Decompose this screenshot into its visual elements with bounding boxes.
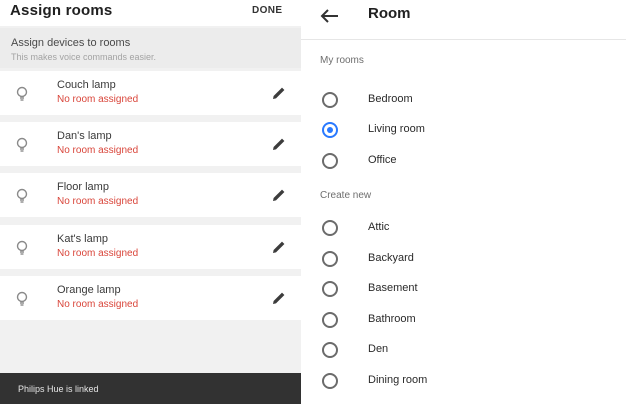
arrow-back-icon[interactable] bbox=[319, 6, 341, 26]
device-row-couch-lamp[interactable]: Couch lamp No room assigned bbox=[0, 71, 301, 115]
device-row-kats-lamp[interactable]: Kat's lamp No room assigned bbox=[0, 225, 301, 269]
radio-button[interactable] bbox=[322, 281, 338, 297]
room-option-label: Den bbox=[368, 343, 389, 355]
create-new-label: Create new bbox=[320, 190, 372, 201]
radio-button[interactable] bbox=[322, 342, 338, 358]
assign-rooms-panel: Assign rooms DONE Assign devices to room… bbox=[0, 0, 301, 404]
edit-pencil-icon[interactable] bbox=[271, 187, 287, 203]
room-picker-panel: Room My rooms Bedroom Living room Office… bbox=[301, 0, 626, 404]
assign-rooms-header: Assign rooms DONE bbox=[0, 0, 301, 26]
assign-hint: Assign devices to rooms This makes voice… bbox=[0, 28, 301, 68]
radio-button[interactable] bbox=[322, 92, 338, 108]
lightbulb-icon bbox=[16, 86, 28, 101]
device-room-status: No room assigned bbox=[57, 145, 139, 156]
radio-button[interactable] bbox=[322, 153, 338, 169]
room-option-label: Office bbox=[368, 154, 397, 166]
room-header: Room bbox=[301, 0, 626, 40]
device-row-dans-lamp[interactable]: Dan's lamp No room assigned bbox=[0, 122, 301, 166]
room-option-label: Backyard bbox=[368, 252, 414, 264]
edit-pencil-icon[interactable] bbox=[271, 239, 287, 255]
device-name: Orange lamp bbox=[57, 284, 121, 296]
room-option-label: Bathroom bbox=[368, 313, 416, 325]
room-option-den[interactable]: Den bbox=[301, 336, 626, 362]
device-room-status: No room assigned bbox=[57, 196, 139, 207]
snackbar: Philips Hue is linked bbox=[0, 373, 301, 404]
device-row-orange-lamp[interactable]: Orange lamp No room assigned bbox=[0, 276, 301, 320]
device-name: Floor lamp bbox=[57, 181, 109, 193]
room-option-label: Dining room bbox=[368, 374, 428, 386]
device-name: Couch lamp bbox=[57, 79, 116, 91]
room-option-label: Attic bbox=[368, 221, 390, 233]
lightbulb-icon bbox=[16, 240, 28, 255]
device-name: Kat's lamp bbox=[57, 233, 109, 245]
lightbulb-icon bbox=[16, 137, 28, 152]
room-option-office[interactable]: Office bbox=[301, 147, 626, 173]
room-option-attic[interactable]: Attic bbox=[301, 214, 626, 240]
room-option-living-room[interactable]: Living room bbox=[301, 116, 626, 142]
device-room-status: No room assigned bbox=[57, 299, 139, 310]
edit-pencil-icon[interactable] bbox=[271, 290, 287, 306]
hint-subtitle: This makes voice commands easier. bbox=[11, 52, 157, 62]
radio-button[interactable] bbox=[322, 251, 338, 267]
snackbar-message: Philips Hue is linked bbox=[18, 384, 99, 394]
done-button[interactable]: DONE bbox=[252, 5, 283, 16]
room-option-label: Basement bbox=[368, 282, 418, 294]
edit-pencil-icon[interactable] bbox=[271, 85, 287, 101]
device-room-status: No room assigned bbox=[57, 248, 139, 259]
radio-button-selected[interactable] bbox=[322, 122, 338, 138]
page-title: Room bbox=[368, 5, 411, 22]
my-rooms-label: My rooms bbox=[320, 55, 364, 66]
page-title: Assign rooms bbox=[10, 2, 113, 19]
edit-pencil-icon[interactable] bbox=[271, 136, 287, 152]
lightbulb-icon bbox=[16, 188, 28, 203]
lightbulb-icon bbox=[16, 291, 28, 306]
device-room-status: No room assigned bbox=[57, 94, 139, 105]
hint-title: Assign devices to rooms bbox=[11, 37, 131, 49]
radio-button[interactable] bbox=[322, 312, 338, 328]
radio-button[interactable] bbox=[322, 373, 338, 389]
room-option-bathroom[interactable]: Bathroom bbox=[301, 306, 626, 332]
room-option-backyard[interactable]: Backyard bbox=[301, 245, 626, 271]
radio-button[interactable] bbox=[322, 220, 338, 236]
device-row-floor-lamp[interactable]: Floor lamp No room assigned bbox=[0, 173, 301, 217]
room-option-bedroom[interactable]: Bedroom bbox=[301, 86, 626, 112]
room-option-basement[interactable]: Basement bbox=[301, 275, 626, 301]
device-name: Dan's lamp bbox=[57, 130, 112, 142]
room-option-label: Bedroom bbox=[368, 93, 413, 105]
room-option-label: Living room bbox=[368, 123, 425, 135]
room-option-dining-room[interactable]: Dining room bbox=[301, 367, 626, 393]
